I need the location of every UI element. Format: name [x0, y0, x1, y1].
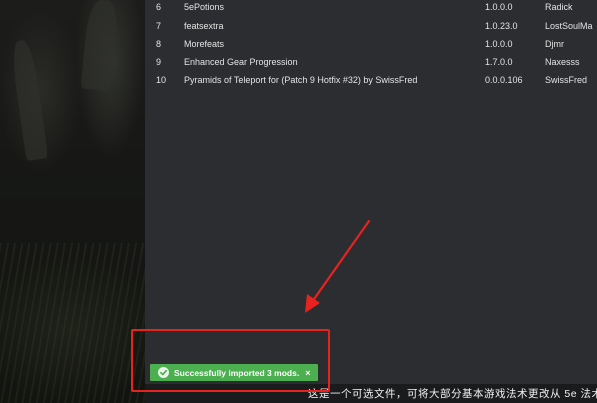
annotation-arrow: [305, 219, 371, 313]
screen: 6 5ePotions 1.0.0.0 Radick 7 featsextra …: [0, 0, 597, 403]
